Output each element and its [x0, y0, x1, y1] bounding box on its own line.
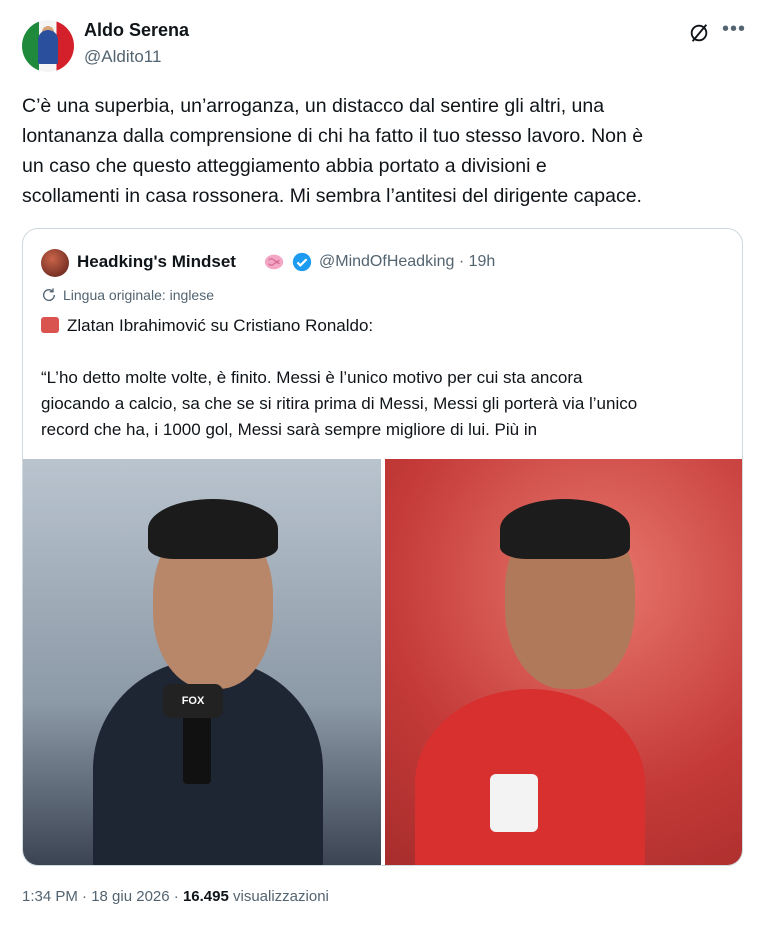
photo-ronaldo[interactable] — [384, 459, 742, 865]
author-avatar[interactable] — [22, 20, 74, 72]
views-label: visualizzazioni — [228, 888, 329, 905]
more-icon[interactable]: ••• — [722, 18, 746, 41]
grok-icon[interactable] — [688, 22, 710, 44]
view-count: 16.495 — [182, 888, 229, 905]
quote-author-name[interactable]: Headking's Mindset — [77, 252, 236, 272]
translation-label: Lingua originale: inglese — [63, 287, 214, 303]
mic-flag: FOX — [163, 684, 223, 718]
translate-icon — [43, 288, 56, 301]
tweet-text: C’è una superbia, un’arroganza, un dista… — [22, 95, 644, 207]
quoted-tweet[interactable]: Headking's Mindset @MindOfHeadking · 19h… — [22, 228, 743, 866]
author-name[interactable]: Aldo Serena — [84, 20, 189, 41]
quote-handle-time[interactable]: @MindOfHeadking · 19h — [319, 253, 495, 271]
quote-text: Zlatan Ibrahimović su Cristiano Ronaldo:… — [41, 313, 731, 443]
timestamp[interactable]: 1:34 PM · 18 giu 2026 · — [22, 888, 183, 905]
translation-note[interactable]: Lingua originale: inglese — [41, 287, 214, 303]
tweet-meta: 1:34 PM · 18 giu 2026 · 16.495 visualizz… — [22, 888, 329, 905]
brain-icon — [264, 254, 284, 270]
quote-headline: Zlatan Ibrahimović su Cristiano Ronaldo: — [67, 316, 374, 335]
verified-icon — [292, 252, 312, 272]
quote-body: “L’ho detto molte volte, è finito. Messi… — [41, 368, 638, 439]
photo-ibrahimovic[interactable]: FOX — [23, 459, 381, 865]
siren-icon — [41, 317, 59, 333]
quote-avatar[interactable] — [41, 249, 69, 277]
quote-photos[interactable]: FOX — [23, 459, 742, 865]
author-handle[interactable]: @Aldito11 — [84, 47, 161, 67]
